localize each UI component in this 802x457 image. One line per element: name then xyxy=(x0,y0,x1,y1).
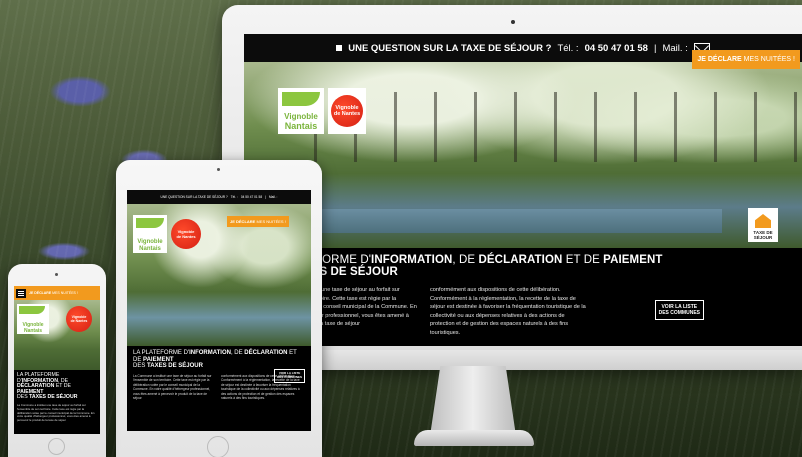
taxe-de-sejour-badge[interactable]: TAXE DE SÉJOUR xyxy=(748,208,778,242)
pergola-decoration xyxy=(314,92,802,162)
tablet-hero-image: Vignoble Nantais Vignoble de Nantes JE DÉ… xyxy=(127,204,311,346)
camera-dot xyxy=(511,20,515,24)
intro-title: LA PLATEFORME D'INFORMATION, DE DÉCLARAT… xyxy=(133,350,297,369)
phone-screen: JE DÉCLARE MES NUITÉES ! Vignoble Nantai… xyxy=(14,286,100,434)
separator: | xyxy=(653,42,657,54)
vignoble-de-nantes-logo[interactable]: Vignoble de Nantes xyxy=(328,88,366,134)
water-decoration xyxy=(284,209,722,233)
tablet-contact-bar: UNE QUESTION SUR LA TAXE DE SÉJOUR ? Tél… xyxy=(127,190,311,204)
hero-image: JE DÉCLARE MES NUITÉES ! Vignoble Nantai… xyxy=(244,50,802,248)
intro-title: LA PLATEFORME D'INFORMATION, DE DÉCLARAT… xyxy=(17,372,78,401)
vignoble-de-nantes-badge: Vignoble de Nantes xyxy=(331,95,363,127)
phone-top-bar: JE DÉCLARE MES NUITÉES ! xyxy=(14,286,100,300)
phone-device: JE DÉCLARE MES NUITÉES ! Vignoble Nantai… xyxy=(8,264,106,457)
tel-number-link[interactable]: 04 50 47 01 58 xyxy=(585,43,648,54)
intro-paragraph-2: conformément aux dispositions de cette d… xyxy=(430,287,586,336)
home-button[interactable] xyxy=(48,438,65,455)
intro-paragraph-1: La Commune a institué une taxe de séjour… xyxy=(133,373,212,401)
tablet-screen: UNE QUESTION SUR LA TAXE DE SÉJOUR ? Tél… xyxy=(127,190,311,431)
monitor-base xyxy=(414,430,534,446)
declare-nights-button[interactable]: JE DÉCLARE MES NUITÉES ! xyxy=(692,50,800,69)
declare-nights-button[interactable]: JE DÉCLARE MES NUITÉES ! xyxy=(227,216,289,227)
vignoble-nantais-logo[interactable]: Vignoble Nantais xyxy=(133,215,167,253)
intro-section: LA PLATEFORME D'INFORMATION, DE DÉCLARAT… xyxy=(244,248,802,346)
camera-dot xyxy=(217,168,220,171)
voir-liste-communes-button[interactable]: VOIR LA LISTE DES COMMUNES xyxy=(274,369,305,383)
voir-liste-communes-button[interactable]: VOIR LA LISTE DES COMMUNES xyxy=(654,300,704,320)
tel-label: Tél. : xyxy=(557,42,579,54)
leaf-shape xyxy=(282,92,320,106)
vignoble-de-nantes-logo[interactable]: Vignoble de Nantes xyxy=(64,304,94,334)
intro-paragraph-1: La Commune a institué une taxe de séjour… xyxy=(17,402,95,423)
question-text: UNE QUESTION SUR LA TAXE DE SÉJOUR ? xyxy=(348,42,552,54)
menu-icon[interactable] xyxy=(16,288,26,298)
phone-hero-image: Vignoble Nantais Vignoble de Nantes xyxy=(14,300,100,370)
tablet-device: UNE QUESTION SUR LA TAXE DE SÉJOUR ? Tél… xyxy=(116,160,322,457)
camera-dot xyxy=(55,273,58,276)
vignoble-de-nantes-logo[interactable]: Vignoble de Nantes xyxy=(169,215,203,253)
intro-title: LA PLATEFORME D'INFORMATION, DE DÉCLARAT… xyxy=(262,254,663,278)
vignoble-nantais-logo[interactable]: Vignoble Nantais xyxy=(17,304,49,334)
phone-intro-section: LA PLATEFORME D'INFORMATION, DE DÉCLARAT… xyxy=(14,370,100,426)
home-button[interactable] xyxy=(207,436,229,457)
declare-nights-button[interactable]: JE DÉCLARE MES NUITÉES ! xyxy=(29,291,78,295)
house-icon xyxy=(755,214,771,228)
desktop-screen: UNE QUESTION SUR LA TAXE DE SÉJOUR ? Tél… xyxy=(244,34,802,346)
monitor-stand xyxy=(430,366,516,436)
vignoble-nantais-logo[interactable]: Vignoble Nantais xyxy=(278,88,324,134)
square-bullet-icon xyxy=(336,45,343,51)
mail-label: Mail. : xyxy=(662,42,688,54)
